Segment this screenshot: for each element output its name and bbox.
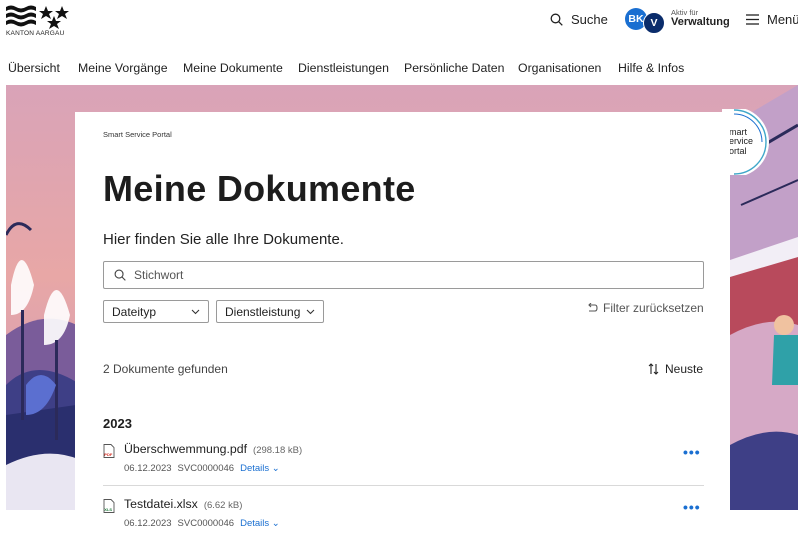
avatar-organisation[interactable]: V (643, 12, 665, 34)
nav-item-meine-vorgaenge[interactable]: Meine Vorgänge (78, 61, 168, 75)
service-dropdown[interactable]: Dienstleistung (216, 300, 324, 323)
details-label: Details (240, 463, 270, 474)
sort-label: Neuste (665, 362, 704, 376)
file-type-label: XLS (104, 507, 112, 512)
keyword-search-field[interactable] (103, 261, 704, 289)
document-meta: 06.12.2023 SVC0000046 Details ⌄ (124, 463, 280, 474)
nav-item-hilfe-infos[interactable]: Hilfe & Infos (618, 61, 684, 75)
menu-button[interactable]: Menü (746, 12, 798, 27)
pdf-file-icon: PDF (103, 444, 115, 458)
details-toggle[interactable]: Details ⌄ (240, 463, 280, 474)
document-date: 06.12.2023 (124, 463, 172, 474)
badge-text: mart ervice ortal (729, 127, 753, 156)
document-date: 06.12.2023 (124, 518, 172, 529)
nav-item-dienstleistungen[interactable]: Dienstleistungen (298, 61, 389, 75)
document-meta: 06.12.2023 SVC0000046 Details ⌄ (124, 518, 280, 529)
user-avatar-group[interactable]: BK V (625, 8, 667, 36)
document-reference: SVC0000046 (177, 518, 235, 529)
document-filename[interactable]: Überschwemmung.pdf (124, 442, 247, 456)
page-title: Meine Dokumente (103, 168, 416, 209)
page-subtitle: Hier finden Sie alle Ihre Dokumente. (103, 231, 344, 248)
search-icon (550, 13, 563, 26)
document-size: (298.18 kB) (253, 445, 303, 456)
chevron-down-icon (191, 309, 200, 314)
kanton-aargau-logo[interactable] (6, 3, 76, 43)
document-name[interactable]: Testdatei.xlsx (6.62 kB) (124, 497, 242, 511)
logo-text: KANTON AARGAU (6, 30, 65, 37)
document-divider (103, 485, 704, 486)
nav-item-uebersicht[interactable]: Übersicht (8, 61, 60, 75)
keyword-search-input[interactable] (134, 268, 674, 282)
role-name: Verwaltung (671, 15, 730, 28)
year-heading: 2023 (103, 416, 132, 431)
nav-item-organisationen[interactable]: Organisationen (518, 61, 601, 75)
nav-item-persoenliche-daten[interactable]: Persönliche Daten (404, 61, 504, 75)
document-size: (6.62 kB) (203, 500, 243, 511)
nav-item-meine-dokumente[interactable]: Meine Dokumente (183, 61, 283, 75)
chevron-down-icon (306, 309, 315, 314)
menu-label: Menü (767, 12, 798, 27)
hamburger-icon (746, 14, 759, 25)
document-filename[interactable]: Testdatei.xlsx (124, 497, 198, 511)
breadcrumb[interactable]: Smart Service Portal (103, 130, 172, 139)
sort-icon (648, 363, 659, 375)
document-reference: SVC0000046 (177, 463, 235, 474)
search-icon (114, 269, 126, 281)
active-role[interactable]: Aktiv für Verwaltung (671, 9, 730, 28)
main-navigation: Übersicht Meine Vorgänge Meine Dokumente… (0, 54, 798, 82)
details-label: Details (240, 518, 270, 529)
search-label: Suche (571, 12, 608, 27)
badge-line: ortal (729, 145, 747, 156)
xlsx-file-icon: XLS (103, 499, 115, 513)
filetype-dropdown[interactable]: Dateityp (103, 300, 209, 323)
filetype-dropdown-label: Dateityp (112, 304, 157, 319)
chevron-down-icon: ⌄ (271, 518, 280, 529)
document-name[interactable]: Überschwemmung.pdf (298.18 kB) (124, 442, 302, 456)
more-options-button[interactable]: ••• (683, 444, 701, 460)
service-dropdown-label: Dienstleistung (225, 304, 301, 319)
sort-button[interactable]: Neuste (648, 362, 703, 376)
chevron-down-icon: ⌄ (271, 463, 280, 474)
reset-filters-button[interactable]: Filter zurücksetzen (586, 301, 704, 315)
result-count: 2 Dokumente gefunden (103, 362, 228, 376)
reset-filters-label: Filter zurücksetzen (603, 301, 704, 315)
search-button[interactable]: Suche (550, 12, 608, 27)
reset-arrow-icon (588, 303, 598, 312)
file-type-label: PDF (104, 452, 113, 457)
documents-card: Smart Service Portal Meine Dokumente Hie… (75, 112, 730, 538)
details-toggle[interactable]: Details ⌄ (240, 518, 280, 529)
top-header: KANTON AARGAU Suche BK V Aktiv für Verwa… (0, 0, 798, 48)
more-options-button[interactable]: ••• (683, 499, 701, 515)
